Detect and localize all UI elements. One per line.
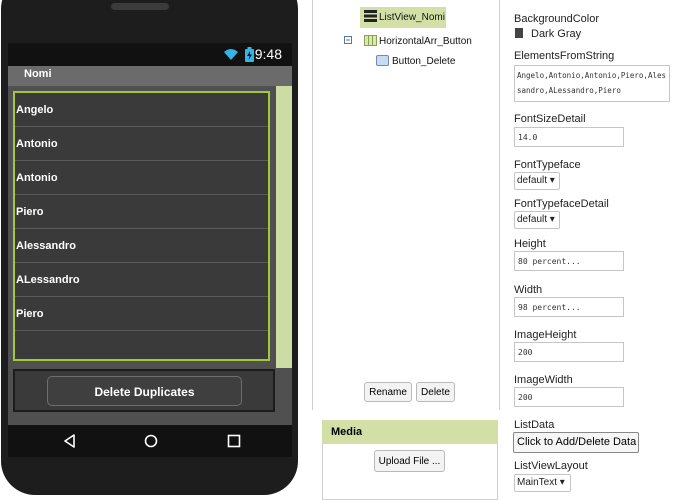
list-item[interactable]: ALessandro: [15, 263, 268, 297]
recent-apps-icon[interactable]: [227, 434, 241, 448]
height-input[interactable]: 80 percent...: [514, 251, 624, 271]
list-item[interactable]: Angelo: [15, 93, 268, 127]
list-item[interactable]: Antonio: [15, 127, 268, 161]
list-item[interactable]: Alessandro: [15, 229, 268, 263]
listview-icon: [364, 10, 377, 22]
status-bar: 9:48: [8, 43, 292, 66]
prop-label-imageheight: ImageHeight: [514, 329, 577, 341]
horizontal-arrangement-icon: [364, 35, 377, 46]
phone-speaker: [111, 3, 169, 10]
horizontal-arrangement: Delete Duplicates: [13, 369, 275, 412]
app-title-bar: Nomi: [8, 66, 292, 86]
media-panel-title: Media: [322, 420, 498, 444]
listviewlayout-select[interactable]: MainText ▾: [514, 474, 571, 492]
screen-scroll-gutter: [276, 86, 292, 368]
prop-label-width: Width: [514, 284, 543, 296]
wifi-icon: [224, 49, 238, 60]
listview-nomi[interactable]: Angelo Antonio Antonio Piero Alessandro …: [13, 91, 270, 361]
fonttypeface-select[interactable]: default ▾: [514, 172, 560, 190]
prop-label-backgroundcolor: BackgroundColor: [514, 13, 599, 25]
prop-label-fonttypefacedetail: FontTypefaceDetail: [514, 198, 609, 210]
delete-button[interactable]: Delete: [416, 382, 455, 402]
button-icon: [376, 55, 389, 66]
nav-bar: [8, 425, 292, 457]
prop-label-listdata: ListData: [514, 419, 555, 431]
status-time: 9:48: [254, 46, 282, 62]
tree-item-listview-nomi[interactable]: ListView_Nomi: [360, 7, 446, 28]
battery-icon: [245, 47, 254, 62]
elementsfromstring-textarea[interactable]: Angelo,Antonio,Antonio,Piero,Alessandro,…: [514, 65, 670, 102]
list-item[interactable]: Piero: [15, 195, 268, 229]
delete-duplicates-button[interactable]: Delete Duplicates: [47, 376, 242, 406]
collapse-icon[interactable]: [344, 36, 352, 44]
fontsizedetail-input[interactable]: 14.0: [514, 127, 624, 147]
tree-item-label: Button_Delete: [392, 56, 456, 67]
tree-item-label: HorizontalArr_Button: [379, 36, 472, 47]
tree-item-button-delete[interactable]: Button_Delete: [376, 55, 486, 71]
prop-label-imagewidth: ImageWidth: [514, 374, 573, 386]
rename-button[interactable]: Rename: [364, 382, 412, 402]
prop-label-fontsizedetail: FontSizeDetail: [514, 113, 586, 125]
width-input[interactable]: 98 percent...: [514, 297, 624, 317]
backgroundcolor-value[interactable]: Dark Gray: [531, 28, 581, 40]
tree-item-label: ListView_Nomi: [379, 12, 445, 23]
prop-label-listviewlayout: ListViewLayout: [514, 460, 588, 472]
back-icon[interactable]: [63, 434, 77, 448]
prop-label-fonttypeface: FontTypeface: [514, 159, 581, 171]
list-item[interactable]: Piero: [15, 297, 268, 331]
imageheight-input[interactable]: 200: [514, 342, 624, 362]
upload-file-button[interactable]: Upload File ...: [374, 450, 445, 472]
fonttypefacedetail-select[interactable]: default ▾: [514, 211, 560, 229]
listdata-button[interactable]: Click to Add/Delete Data: [513, 432, 639, 453]
tree-item-horizontalarr-button[interactable]: HorizontalArr_Button: [344, 35, 494, 51]
imagewidth-input[interactable]: 200: [514, 387, 624, 407]
prop-label-elementsfromstring: ElementsFromString: [514, 50, 615, 62]
color-swatch[interactable]: [515, 28, 523, 38]
app-title: Nomi: [24, 68, 52, 80]
home-icon[interactable]: [144, 434, 158, 448]
prop-label-height: Height: [514, 238, 546, 250]
list-item[interactable]: Antonio: [15, 161, 268, 195]
